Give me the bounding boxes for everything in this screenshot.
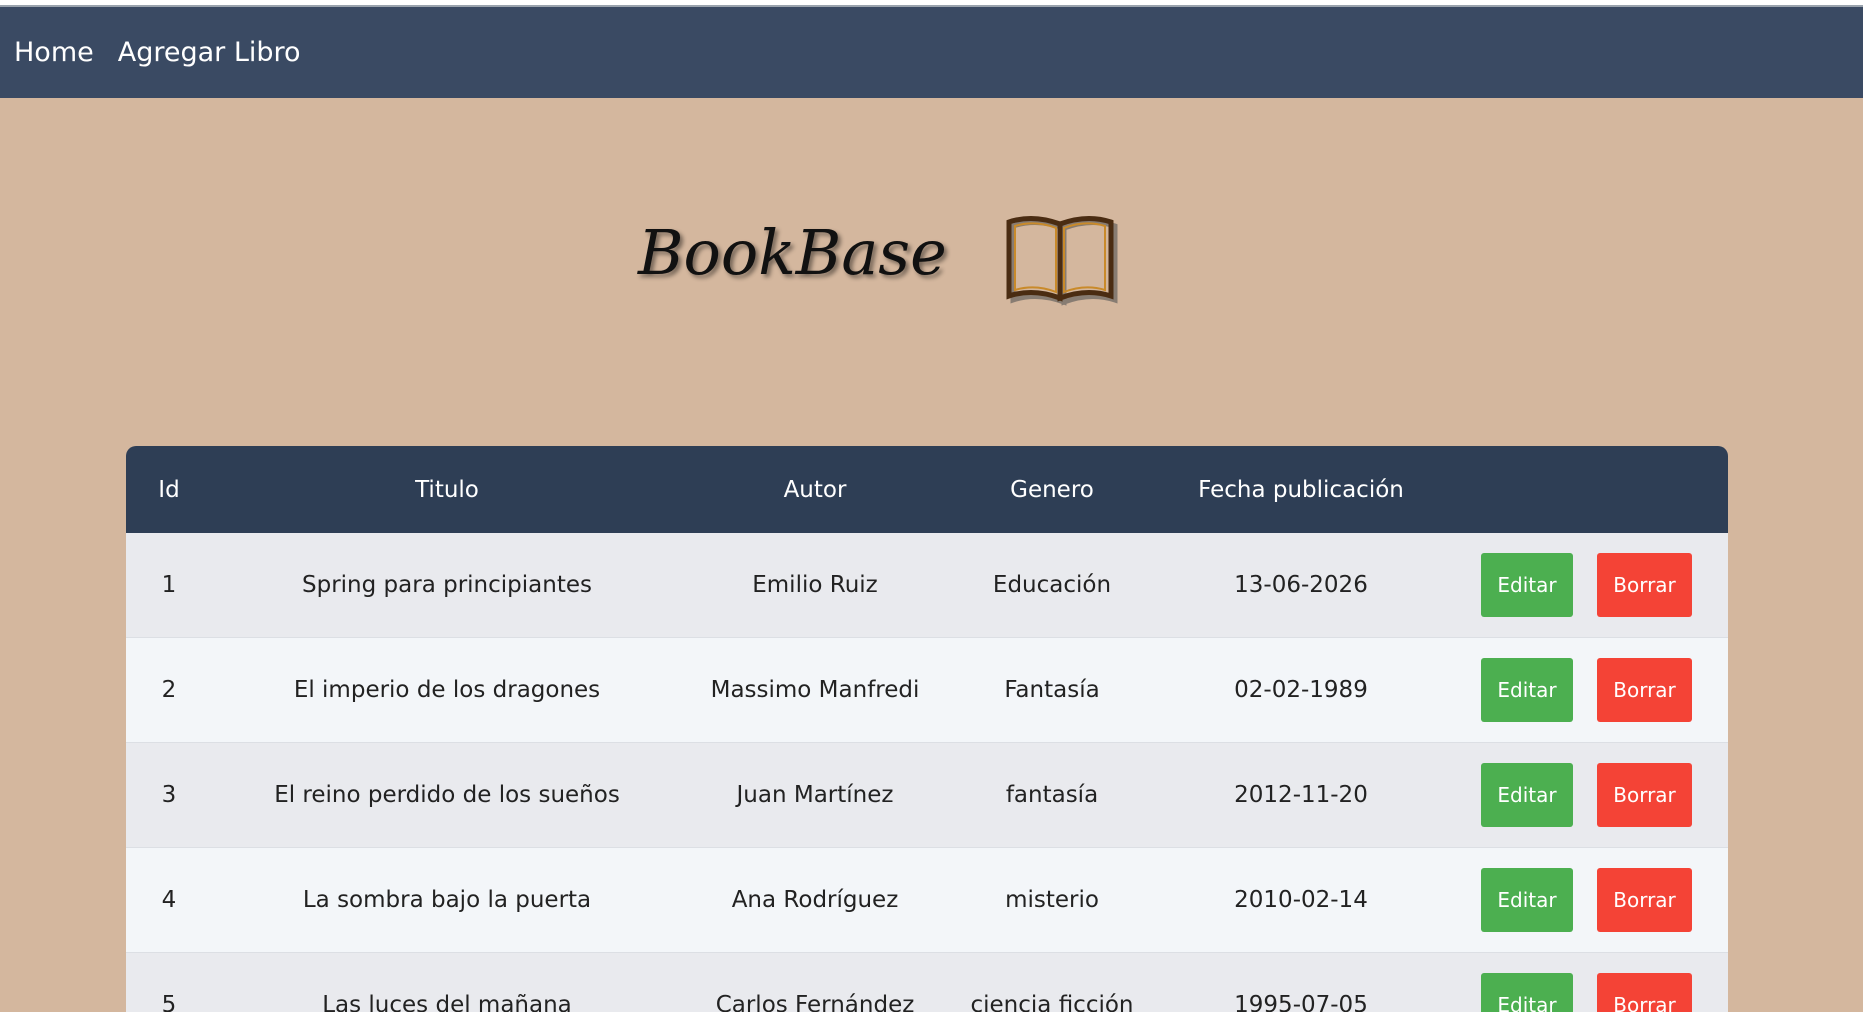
cell-genre: ciencia ficción [970,992,1134,1012]
header-genre: Genero [1010,476,1094,503]
table-row: 1 Spring para principiantes Emilio Ruiz … [126,533,1728,638]
nav-add-book-link[interactable]: Agregar Libro [118,37,301,68]
delete-button[interactable]: Borrar [1597,763,1692,827]
edit-button[interactable]: Editar [1481,658,1573,722]
cell-title: El reino perdido de los sueños [274,782,620,808]
brand-title: BookBase [638,216,947,289]
cell-genre: misterio [1005,887,1099,913]
cell-date: 2010-02-14 [1234,887,1368,913]
table-row: 3 El reino perdido de los sueños Juan Ma… [126,743,1728,848]
cell-title: La sombra bajo la puerta [302,887,592,913]
cell-id: 3 [161,782,177,808]
cell-genre: Educación [992,572,1112,598]
cell-actions: Editar Borrar [1446,553,1728,617]
cell-date: 2012-11-20 [1234,782,1368,808]
cell-id: 1 [161,572,177,598]
open-book-icon [1006,216,1118,306]
cell-author: Emilio Ruiz [752,572,878,598]
edit-button[interactable]: Editar [1481,973,1573,1012]
hero-section: BookBase [0,98,1863,446]
header-title: Titulo [415,476,479,503]
table-row: 5 Las luces del mañana Carlos Fernández … [126,953,1728,1012]
books-table: Id Titulo Autor Genero Fecha publicación… [126,446,1728,1012]
navbar: Home Agregar Libro [0,7,1863,98]
table-header: Id Titulo Autor Genero Fecha publicación [126,446,1728,533]
table-row: 2 El imperio de los dragones Massimo Man… [126,638,1728,743]
edit-button[interactable]: Editar [1481,763,1573,827]
cell-actions: Editar Borrar [1446,868,1728,932]
header-date: Fecha publicación [1198,476,1404,503]
table-row: 4 La sombra bajo la puerta Ana Rodríguez… [126,848,1728,953]
cell-author: Carlos Fernández [715,992,915,1012]
cell-actions: Editar Borrar [1446,973,1728,1012]
edit-button[interactable]: Editar [1481,868,1573,932]
cell-date: 13-06-2026 [1234,572,1368,598]
cell-genre: Fantasía [1004,677,1100,703]
cell-date: 1995-07-05 [1234,992,1368,1012]
cell-date: 02-02-1989 [1234,677,1368,703]
cell-title: El imperio de los dragones [293,677,601,703]
cell-id: 2 [161,677,177,703]
cell-author: Massimo Manfredi [710,677,920,703]
cell-author: Ana Rodríguez [731,887,899,913]
nav-home-link[interactable]: Home [14,37,94,68]
cell-actions: Editar Borrar [1446,763,1728,827]
cell-genre: fantasía [1005,782,1099,808]
cell-id: 4 [161,887,177,913]
cell-actions: Editar Borrar [1446,658,1728,722]
cell-title: Las luces del mañana [322,992,572,1012]
delete-button[interactable]: Borrar [1597,553,1692,617]
delete-button[interactable]: Borrar [1597,658,1692,722]
header-author: Autor [783,476,847,503]
cell-id: 5 [161,992,177,1012]
edit-button[interactable]: Editar [1481,553,1573,617]
delete-button[interactable]: Borrar [1597,973,1692,1012]
cell-title: Spring para principiantes [302,572,592,598]
delete-button[interactable]: Borrar [1597,868,1692,932]
cell-author: Juan Martínez [736,782,894,808]
header-id: Id [158,476,180,503]
